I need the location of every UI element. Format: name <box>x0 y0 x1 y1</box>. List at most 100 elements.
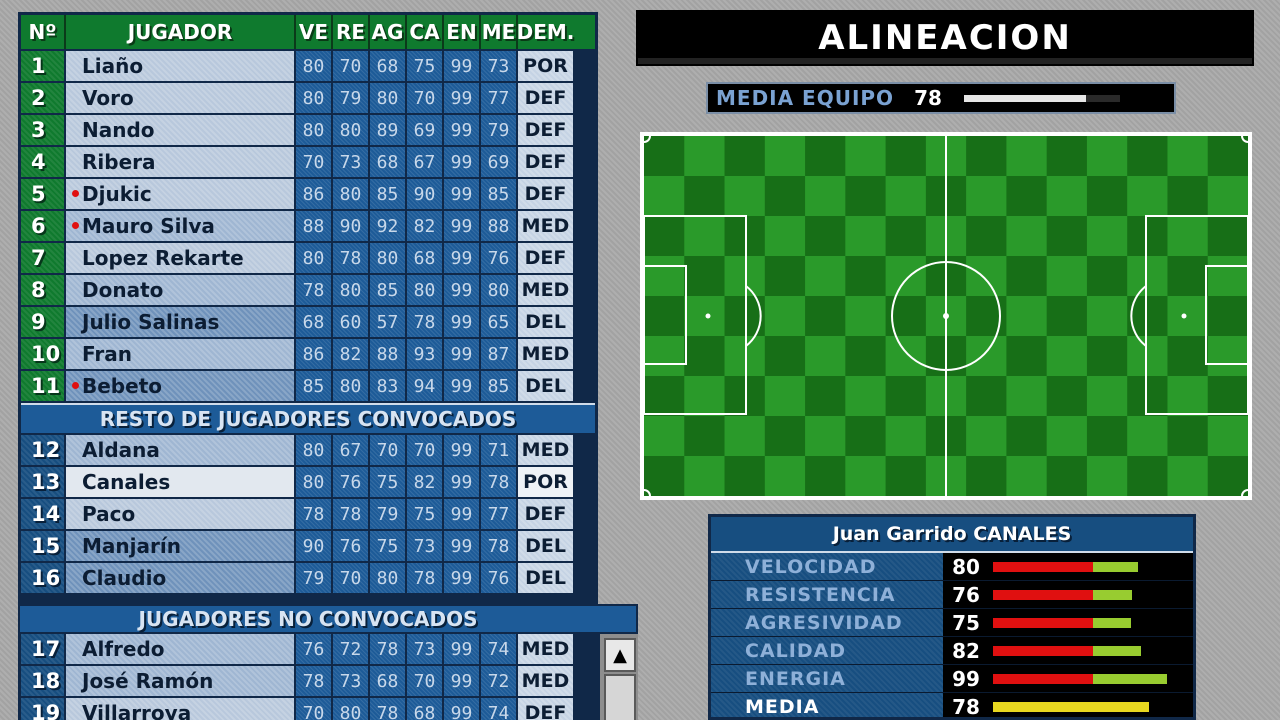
player-row[interactable]: 8 Donato 78 80 85 80 99 80 MED <box>21 275 595 307</box>
pitch-tile <box>885 256 927 297</box>
pitch-tile <box>845 216 887 257</box>
player-row[interactable]: 4 Ribera 70 73 68 67 99 69 DEF <box>21 147 595 179</box>
col-ag-header[interactable]: AG <box>370 15 407 49</box>
attribute-value: 75 <box>952 610 980 635</box>
pitch-tile <box>805 456 846 496</box>
stat-velocidad: 80 <box>296 435 333 465</box>
stat-agresividad: 80 <box>370 243 407 273</box>
col-ca-header[interactable]: CA <box>407 15 444 49</box>
scroll-up-arrow-icon[interactable]: ▲ <box>604 638 636 672</box>
player-row[interactable]: 11 Bebeto 85 80 83 94 99 85 DEL <box>21 371 595 403</box>
attribute-bar-base <box>993 561 1093 572</box>
player-row[interactable]: 3 Nando 80 80 89 69 99 79 DEF <box>21 115 595 147</box>
player-row[interactable]: 17 Alfredo 76 72 78 73 99 74 MED <box>21 634 595 666</box>
attribute-bar-fill <box>1093 589 1132 600</box>
player-number: 12 <box>21 435 66 465</box>
player-name: Liaño <box>66 51 296 81</box>
pitch-tile <box>1167 376 1209 417</box>
stat-velocidad: 70 <box>296 698 333 720</box>
not-called-scrollbar[interactable]: ▲ <box>598 634 638 720</box>
stat-velocidad: 85 <box>296 371 333 401</box>
stat-energia: 99 <box>444 371 481 401</box>
col-dem-header[interactable]: DEM. <box>517 15 575 49</box>
player-row[interactable]: 10 Fran 86 82 88 93 99 87 MED <box>21 339 595 371</box>
player-name-text: Mauro Silva <box>82 214 215 238</box>
bench-list: 12 Aldana 80 67 70 70 99 71 MED 13 Canales 80 76 75 82… <box>21 435 595 595</box>
stat-agresividad: 78 <box>370 698 407 720</box>
player-name-text: Lopez Rekarte <box>82 246 244 270</box>
stat-resistencia: 90 <box>333 211 370 241</box>
col-re-header[interactable]: RE <box>333 15 370 49</box>
player-number: 8 <box>21 275 66 305</box>
player-name: Djukic <box>66 179 296 209</box>
stat-agresividad: 78 <box>370 634 407 664</box>
col-number-header[interactable]: Nº <box>21 15 66 49</box>
pitch-frame[interactable] <box>640 132 1252 500</box>
player-row[interactable]: 18 José Ramón 78 73 68 70 99 72 MED <box>21 666 595 698</box>
player-row[interactable]: 12 Aldana 80 67 70 70 99 71 MED <box>21 435 595 467</box>
player-position: MED <box>518 275 573 305</box>
player-row[interactable]: 13 Canales 80 76 75 82 99 78 POR <box>21 467 595 499</box>
team-average-bar <box>964 95 1086 102</box>
player-name-text: Aldana <box>82 438 160 462</box>
football-pitch[interactable] <box>644 136 1248 496</box>
stat-resistencia: 60 <box>333 307 370 337</box>
pitch-tile <box>1046 376 1088 417</box>
pitch-tile <box>764 296 806 337</box>
player-row[interactable]: 9 Julio Salinas 68 60 57 78 99 65 DEL <box>21 307 595 339</box>
foreign-player-marker-icon <box>72 190 79 197</box>
col-me-header[interactable]: ME <box>481 15 518 49</box>
pitch-tile <box>1006 336 1048 377</box>
pitch-tile <box>1167 216 1209 257</box>
player-row[interactable]: 7 Lopez Rekarte 80 78 80 68 99 76 DEF <box>21 243 595 275</box>
stat-resistencia: 73 <box>333 147 370 177</box>
pitch-tile <box>805 376 846 417</box>
attribute-row: MEDIA 78 <box>711 693 1193 717</box>
pitch-tile <box>1086 376 1128 417</box>
starters-list: 1 Liaño 80 70 68 75 99 73 POR 2 Voro 80 79 80 70 99 77 DE… <box>21 51 595 403</box>
stat-calidad: 69 <box>407 115 444 145</box>
player-row[interactable]: 2 Voro 80 79 80 70 99 77 DEF <box>21 83 595 115</box>
stat-energia: 99 <box>444 531 481 561</box>
lineup-title: ALINEACION <box>636 10 1254 66</box>
attribute-label: AGRESIVIDAD <box>711 609 943 636</box>
stat-agresividad: 68 <box>370 51 407 81</box>
player-position: DEF <box>518 243 573 273</box>
player-name-text: Bebeto <box>82 374 162 398</box>
player-number: 14 <box>21 499 66 529</box>
stat-calidad: 80 <box>407 275 444 305</box>
pitch-tile <box>966 176 1007 217</box>
col-player-header[interactable]: JUGADOR <box>66 15 296 49</box>
player-number: 13 <box>21 467 66 497</box>
stat-agresividad: 80 <box>370 563 407 593</box>
player-name: Manjarín <box>66 531 296 561</box>
stat-agresividad: 68 <box>370 147 407 177</box>
player-row[interactable]: 19 Villarroya 70 80 78 68 99 74 DEF <box>21 698 595 720</box>
scroll-track[interactable] <box>604 674 636 720</box>
stat-agresividad: 57 <box>370 307 407 337</box>
pitch-tile <box>684 256 726 297</box>
player-row[interactable]: 5 Djukic 86 80 85 90 99 85 DEF <box>21 179 595 211</box>
player-row[interactable]: 1 Liaño 80 70 68 75 99 73 POR <box>21 51 595 83</box>
player-position: DEL <box>518 531 573 561</box>
pitch-tile <box>684 296 726 337</box>
player-row[interactable]: 15 Manjarín 90 76 75 73 99 78 DEL <box>21 531 595 563</box>
player-name-text: José Ramón <box>82 669 214 693</box>
attribute-bar-track <box>989 609 1193 636</box>
col-en-header[interactable]: EN <box>444 15 481 49</box>
player-row[interactable]: 16 Claudio 79 70 80 78 99 76 DEL <box>21 563 595 595</box>
player-name: José Ramón <box>66 666 296 696</box>
stat-velocidad: 86 <box>296 179 333 209</box>
pitch-tile <box>644 256 685 297</box>
pitch-tile <box>1127 336 1168 377</box>
player-row[interactable]: 14 Paco 78 78 79 75 99 77 DEF <box>21 499 595 531</box>
pitch-tile <box>966 416 1007 457</box>
player-row[interactable]: 6 Mauro Silva 88 90 92 82 99 88 MED <box>21 211 595 243</box>
pitch-tile <box>1046 256 1088 297</box>
pitch-tile <box>845 176 887 217</box>
foreign-player-marker-icon <box>72 222 79 229</box>
col-ve-header[interactable]: VE <box>296 15 333 49</box>
pitch-tile <box>1086 456 1128 496</box>
pitch-tile <box>1046 136 1088 177</box>
stat-calidad: 93 <box>407 339 444 369</box>
